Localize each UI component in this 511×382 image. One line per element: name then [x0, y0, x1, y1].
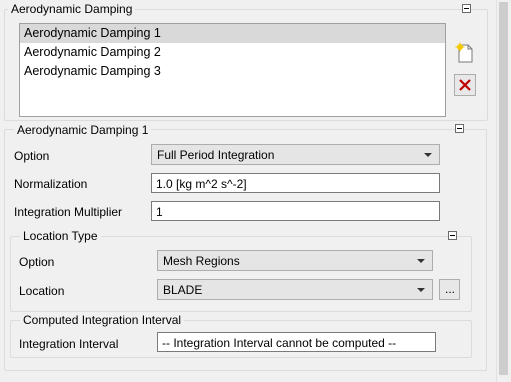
integration-interval-field-value: -- Integration Interval cannot be comput…	[162, 336, 397, 350]
aerodynamic-damping-list[interactable]: Aerodynamic Damping 1 Aerodynamic Dampin…	[19, 23, 446, 117]
collapse-aero-group-icon[interactable]	[462, 4, 471, 13]
location-select-value: BLADE	[163, 283, 203, 297]
location-label: Location	[19, 284, 65, 298]
integration-multiplier-label: Integration Multiplier	[14, 205, 123, 219]
normalization-field[interactable]: 1.0 [kg m^2 s^-2]	[151, 173, 440, 193]
list-item-aerodynamic-damping-3[interactable]: Aerodynamic Damping 3	[20, 62, 445, 81]
details-group-title: Aerodynamic Damping 1	[14, 123, 152, 137]
list-item-aerodynamic-damping-2[interactable]: Aerodynamic Damping 2	[20, 43, 445, 62]
new-item-button[interactable]	[454, 42, 476, 64]
collapse-location-type-icon[interactable]	[448, 231, 457, 240]
integration-interval-label: Integration Interval	[19, 337, 119, 351]
scrollbar-thumb[interactable]	[499, 2, 508, 375]
new-item-icon	[455, 42, 473, 63]
normalization-label: Normalization	[14, 177, 88, 191]
option-select-value: Full Period Integration	[157, 148, 275, 162]
integration-multiplier-field-value: 1	[156, 205, 163, 219]
location-type-group-title: Location Type	[20, 229, 101, 243]
collapse-details-icon[interactable]	[455, 124, 464, 133]
chevron-down-icon	[424, 153, 432, 157]
aerodynamic-damping-group-title: Aerodynamic Damping	[8, 2, 136, 16]
chevron-down-icon	[417, 288, 425, 292]
delete-icon	[459, 79, 471, 91]
chevron-down-icon	[417, 259, 425, 263]
option-select[interactable]: Full Period Integration	[151, 144, 440, 165]
list-item-aerodynamic-damping-1[interactable]: Aerodynamic Damping 1	[20, 24, 445, 43]
location-browse-label: ...	[445, 282, 456, 296]
delete-button[interactable]	[454, 74, 476, 96]
location-browse-button[interactable]: ...	[439, 279, 460, 300]
integration-interval-field: -- Integration Interval cannot be comput…	[157, 332, 436, 352]
location-select[interactable]: BLADE	[157, 279, 433, 300]
normalization-field-value: 1.0 [kg m^2 s^-2]	[156, 177, 247, 191]
location-option-select-value: Mesh Regions	[163, 254, 240, 268]
option-label: Option	[14, 149, 50, 163]
integration-multiplier-field[interactable]: 1	[151, 201, 440, 221]
location-option-select[interactable]: Mesh Regions	[157, 250, 433, 271]
computed-interval-group-title: Computed Integration Interval	[20, 313, 185, 327]
location-type-group	[10, 236, 472, 312]
location-option-label: Option	[19, 255, 55, 269]
